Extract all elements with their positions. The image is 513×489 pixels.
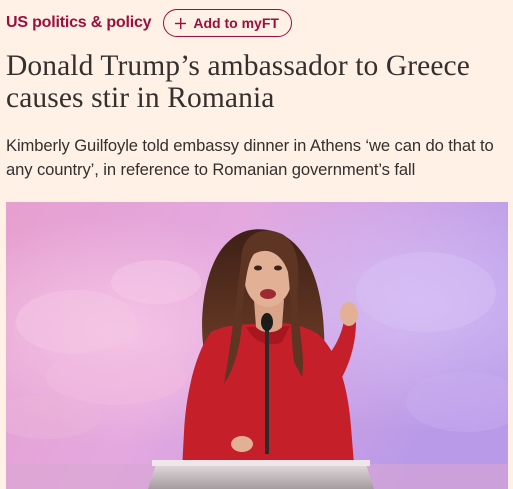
hero-image[interactable] bbox=[6, 202, 508, 489]
standfirst: Kimberly Guilfoyle told embassy dinner i… bbox=[6, 136, 494, 179]
topic-link[interactable]: US politics & policy bbox=[6, 14, 152, 32]
add-to-myft-button[interactable]: Add to myFT bbox=[163, 9, 292, 37]
plus-icon bbox=[175, 17, 187, 29]
topic-row: US politics & policy Add to myFT bbox=[6, 9, 292, 37]
add-to-myft-label: Add to myFT bbox=[193, 15, 279, 31]
headline[interactable]: Donald Trump’s ambassador to Greece caus… bbox=[6, 50, 510, 114]
